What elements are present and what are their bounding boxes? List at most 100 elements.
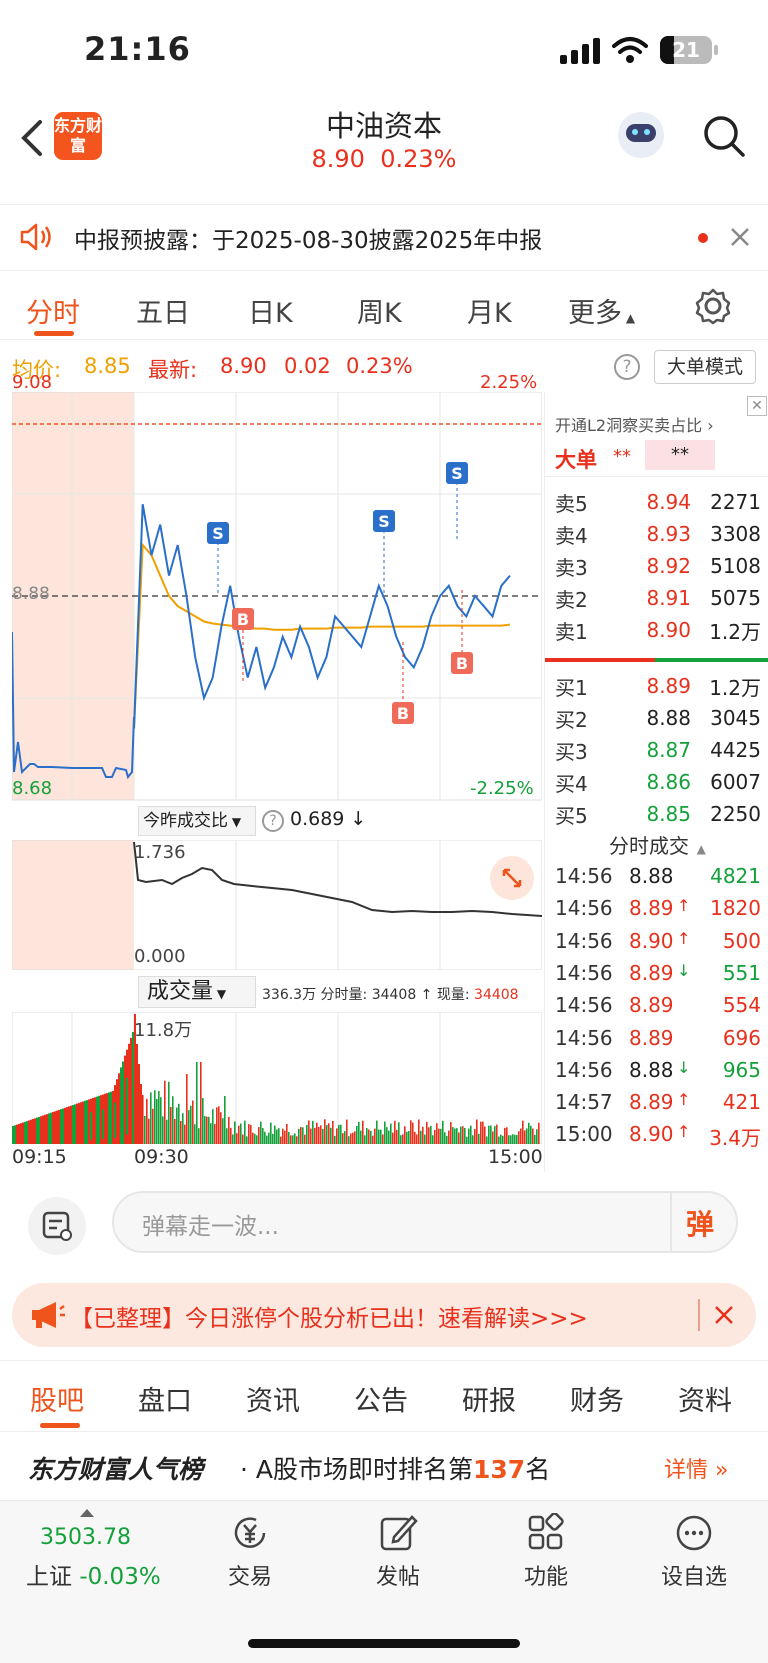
nav-functions[interactable]: 功能 [496, 1513, 596, 1591]
volume-bar [230, 1127, 232, 1144]
nav-watchlist[interactable]: 设自选 [644, 1513, 744, 1591]
volume-bar [386, 1127, 388, 1144]
volume-bar [252, 1132, 254, 1144]
danmu-settings-button[interactable] [28, 1197, 86, 1255]
intraday-price-chart[interactable]: S B S B S B [12, 392, 542, 802]
ask-bid-bar-green [655, 658, 768, 662]
level-label: 卖1 [555, 619, 588, 644]
bid-row[interactable]: 买1 8.89 1.2万 [555, 670, 761, 702]
volume-bar [154, 1090, 156, 1144]
buy-marker-letter: B [397, 704, 409, 723]
reference-price: 8.88 [12, 584, 50, 604]
big-order-mode-button[interactable]: 大单模式 [654, 350, 756, 384]
volume-bar [384, 1121, 386, 1144]
volume-bar [306, 1124, 308, 1144]
volume-selector[interactable]: 成交量 ▼ [138, 976, 256, 1008]
ask-row[interactable]: 卖4 8.93 3308 [555, 518, 761, 550]
volume-bar [244, 1120, 246, 1144]
tab-order-book[interactable]: 盘口 [138, 1379, 192, 1418]
volume-bar [412, 1122, 414, 1144]
trade-arrow: ↑ [677, 896, 691, 916]
expand-caret-icon[interactable] [80, 1509, 94, 1517]
volume-bar [208, 1116, 210, 1144]
volume-bar [360, 1130, 362, 1144]
trades-title[interactable]: 分时成交 ▲ [609, 830, 706, 859]
trade-markers: S B S B S B [207, 462, 473, 724]
volume-selector-label: 成交量 [147, 979, 214, 1004]
volume-bar [272, 1133, 274, 1144]
ask-row[interactable]: 卖2 8.91 5075 [555, 582, 761, 614]
tab-weekly-k[interactable]: 周K [357, 291, 402, 330]
volume-bar [450, 1122, 452, 1144]
close-icon[interactable] [714, 1305, 734, 1325]
expand-button[interactable] [490, 856, 534, 900]
level-price: 8.89 [646, 674, 691, 698]
gear-icon[interactable] [694, 287, 732, 325]
battery-icon: 21 [660, 36, 712, 64]
volume-bar [218, 1106, 220, 1144]
volume-bar [62, 1108, 64, 1144]
bid-row[interactable]: 买2 8.88 3045 [555, 702, 761, 734]
volume-bar [90, 1112, 92, 1140]
volume-bar [512, 1134, 514, 1144]
help-icon[interactable]: ? [614, 354, 640, 380]
tab-news[interactable]: 资讯 [246, 1379, 300, 1418]
ratio-selector[interactable]: 今昨成交比 ▼ [138, 806, 256, 836]
volume-chart [12, 1012, 542, 1144]
volume-bar [110, 1091, 112, 1144]
tab-daily-k[interactable]: 日K [248, 291, 293, 330]
index-widget[interactable]: 上证 -0.03% [26, 1557, 161, 1591]
volume-bar [502, 1135, 504, 1144]
trade-volume: 554 [722, 993, 761, 1018]
tab-monthly-k[interactable]: 月K [467, 291, 512, 330]
l2-promo-text: 开通L2洞察买卖占比 [555, 416, 703, 435]
tab-finance[interactable]: 财务 [570, 1379, 624, 1418]
bid-row[interactable]: 买4 8.86 6007 [555, 766, 761, 798]
tab-announcements[interactable]: 公告 [354, 1379, 408, 1418]
tab-profile[interactable]: 资料 [678, 1379, 732, 1418]
tab-five-day[interactable]: 五日 [136, 291, 190, 330]
notice-bar[interactable]: 中报预披露：于2025-08-30披露2025年中报 [0, 204, 768, 268]
tab-more[interactable]: 更多 ▲ [568, 291, 635, 330]
volume-bar [192, 1100, 194, 1144]
ratio-selector-label: 今昨成交比 [143, 811, 228, 831]
tab-intraday[interactable]: 分时 [26, 291, 80, 330]
close-icon[interactable]: ✕ [747, 396, 767, 416]
volume-bar [458, 1132, 460, 1144]
nav-post[interactable]: 发帖 [348, 1513, 448, 1591]
notice-text: 中报预披露：于2025-08-30披露2025年中报 [74, 228, 543, 254]
level-price: 8.90 [646, 618, 691, 642]
rank-details-link[interactable]: 详情 » [664, 1452, 728, 1484]
nav-trade[interactable]: 交易 [200, 1513, 300, 1591]
volume-bar [536, 1129, 538, 1144]
volume-bar [174, 1119, 176, 1144]
volume-bar [516, 1134, 518, 1144]
volume-bar [264, 1131, 266, 1144]
danmu-send-button[interactable]: 弹 [686, 1203, 714, 1243]
popularity-rank-bar[interactable]: 东方财富人气榜 · A股市场即时排名第137名 详情 » [0, 1436, 768, 1500]
assistant-robot-icon[interactable] [618, 112, 664, 158]
ratio-help-icon[interactable]: ? [262, 810, 284, 832]
volume-bar [82, 1101, 84, 1144]
bid-row[interactable]: 买5 8.85 2250 [555, 798, 761, 830]
l2-promo[interactable]: 开通L2洞察买卖占比 › [555, 412, 714, 436]
search-icon[interactable] [702, 114, 746, 158]
tab-research[interactable]: 研报 [462, 1379, 516, 1418]
volume-bar [164, 1080, 166, 1144]
ask-row[interactable]: 卖5 8.94 2271 [555, 486, 761, 518]
trade-volume: 4821 [710, 864, 761, 888]
volume-bar [326, 1125, 328, 1144]
volume-bar [152, 1108, 154, 1144]
promo-banner[interactable]: 【已整理】今日涨停个股分析已出！速看解读>>> [12, 1283, 756, 1347]
volume-bar [220, 1112, 222, 1144]
trade-time: 14:57 [555, 1090, 613, 1115]
close-icon[interactable] [730, 227, 750, 247]
ask-row[interactable]: 卖1 8.90 1.2万 [555, 614, 761, 646]
bid-row[interactable]: 买3 8.87 4425 [555, 734, 761, 766]
level-label: 卖3 [555, 555, 588, 580]
big-order-value-2: ** [645, 440, 715, 470]
trade-time: 15:00 [555, 1122, 613, 1147]
tab-forum[interactable]: 股吧 [30, 1379, 84, 1418]
danmu-input[interactable]: 弹幕走一波... 弹 [112, 1191, 738, 1253]
ask-row[interactable]: 卖3 8.92 5108 [555, 550, 761, 582]
